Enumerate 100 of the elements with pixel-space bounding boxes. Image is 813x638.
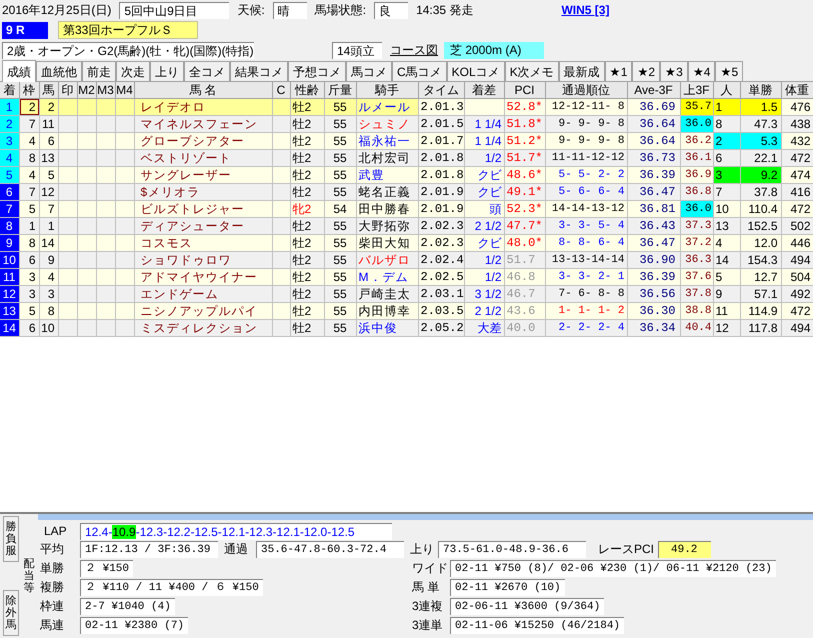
win5-link[interactable]: WIN5 [3]	[561, 1, 610, 19]
column-header: PCI	[513, 82, 536, 98]
column-header: M3	[96, 82, 114, 98]
table-cell-text: 55	[332, 286, 348, 302]
tab[interactable]: 血統他	[36, 61, 82, 81]
table-row[interactable]: 4 8 13 ベストリゾート 牡2 55 北村宏司 2.01.8 1/2 51.7* 11-11-12-12 36.73 36.1 6 22.1 472	[0, 150, 813, 166]
horse-name: ショワドゥロワ	[140, 252, 232, 268]
table-cell-text: 36.47	[638, 235, 676, 251]
tab[interactable]: KOLコメ	[446, 61, 505, 81]
table-row[interactable]: 10 6 9 ショワドゥロワ 牡2 55 バルザロ 2.02.4 1/2 51.7 13-13-14-14 36.90 36.3 14 154.3 494	[0, 252, 813, 268]
tab[interactable]: ★1	[604, 61, 632, 81]
horse-name: ビルズトレジャー	[140, 201, 246, 217]
table-cell-text: 5- 6- 6- 4	[557, 185, 626, 200]
table-cell-text: 6	[714, 150, 724, 166]
table-row[interactable]: 13 5 8 ニシノアップルパイ 牡2 55 内田博幸 2.03.5 2 1/2 43.6 1- 1- 1- 2 36.30 38.8 11 114.9 472	[0, 302, 813, 320]
table-cell-text: 446	[789, 235, 812, 251]
table-row[interactable]: 11 3 4 アドマイヤウイナー 牡2 55 M．デム 2.02.5 1/2 46.8 3- 3- 2- 1 36.39 37.6 5 12.7 504	[0, 268, 813, 286]
tab[interactable]: 全コメ	[184, 61, 230, 81]
table-cell-text: 36.2	[684, 134, 712, 149]
table-cell-text: 36.69	[638, 99, 676, 115]
table-cell-text: 14-14-13-12	[550, 202, 626, 217]
side-tab[interactable]: 除外馬	[3, 590, 19, 636]
table-cell-text: 37.6	[684, 270, 712, 285]
jockey-name: 柴田大知	[358, 235, 412, 251]
table-cell-text: 5	[28, 303, 36, 319]
horse-name: エンドゲーム	[140, 286, 220, 302]
lap-field: 12.4-10.9-12.3-12.2-12.5-12.1-12.3-12.1-12.0-12.5	[80, 522, 392, 540]
payout-field: ２ ¥110 / 11 ¥400 / ６ ¥150	[80, 579, 263, 596]
tab[interactable]: K次メモ	[504, 61, 559, 81]
table-row[interactable]: 12 3 3 エンドゲーム 牡2 55 戸崎圭太 2.03.1 3 1/2 46.7 7- 6- 8- 8 36.56 37.8 9 57.1 492	[0, 286, 813, 302]
column-header: 性齢	[294, 82, 320, 98]
table-row[interactable]: 7 5 7 ビルズトレジャー 牝2 54 田中勝春 2.01.9 頭 52.3* 14-14-13-12 36.81 36.0 10 110.4 472	[0, 200, 813, 218]
table-row[interactable]: 14 6 10 ミスディレクション 牡2 55 浜中俊 2.05.2 大差 40.0 2- 2- 2- 4 36.34 40.4 12 117.8 494	[0, 320, 813, 336]
table-row[interactable]: 3 4 6 グローブシアター 牡2 55 福永祐一 2.01.7 1 1/4 51.2* 9- 9- 9- 8 36.64 36.2 2 5.3 432	[0, 132, 813, 150]
table-cell-text: 2.01.7	[420, 133, 464, 149]
table-cell-text: 37.3	[684, 219, 712, 234]
tab[interactable]: 結果コメ	[230, 61, 288, 81]
rank-cell: 5	[0, 167, 18, 183]
table-cell: 2	[20, 99, 38, 115]
table-cell-text: 9	[714, 286, 724, 302]
table-row[interactable]: 9 8 14 コスモス 牡2 55 柴田大知 2.02.3 クビ 48.0* 8- 8- 6- 4 36.47 37.2 4 12.0 446	[0, 234, 813, 252]
tab[interactable]: C馬コメ	[392, 61, 447, 81]
tab[interactable]: ★4	[688, 61, 716, 81]
column-header: 体重	[784, 82, 810, 98]
rank-cell: 12	[0, 286, 18, 302]
table-cell-text: 114.9	[747, 303, 778, 319]
table-cell-text: 5- 5- 2- 2	[557, 168, 626, 183]
table-row[interactable]: 8 1 1 ディアシューター 牡2 55 大野拓弥 2.02.3 2 1/2 47.7* 3- 3- 5- 4 36.43 37.3 13 152.5 502	[0, 218, 813, 234]
table-cell-text: 4	[46, 269, 56, 285]
table-cell-text: 152.5	[746, 218, 778, 234]
table-cell-text: 7	[28, 116, 36, 132]
table-cell: 2	[714, 133, 740, 149]
table-cell-text: 38.8	[684, 304, 712, 319]
table-cell-text: 8	[714, 116, 724, 132]
horse-name: ニシノアップルパイ	[140, 303, 258, 319]
table-cell-text: 55	[332, 252, 348, 268]
tab[interactable]: ★5	[715, 61, 744, 81]
table-cell-text: 8	[46, 303, 56, 319]
table-cell-text: 6	[46, 133, 56, 149]
tab[interactable]: 次走	[116, 61, 150, 81]
tab[interactable]: 成績	[2, 60, 36, 82]
side-tab[interactable]: 勝負服	[3, 516, 19, 562]
table-cell-text: 47.3	[753, 116, 778, 132]
tab[interactable]: ★3	[660, 61, 688, 81]
table-cell-text: 502	[789, 218, 812, 234]
table-cell: 55	[324, 99, 356, 115]
table-cell: 36.0	[680, 116, 712, 132]
passing-label: 通過	[224, 541, 249, 558]
table-cell-text: 10	[714, 201, 730, 217]
table-cell-text: 37.8	[753, 184, 778, 200]
tab[interactable]: ★2	[632, 61, 660, 81]
tab[interactable]: 上り	[150, 61, 184, 81]
table-cell-text: 36.56	[638, 286, 676, 302]
table-row[interactable]: 2 7 11 マイネルスフェーン 牡2 55 シュミノ 2.01.5 1 1/4 51.8* 9- 9- 9- 8 36.64 36.0 8 47.3 438	[0, 116, 813, 132]
tab[interactable]: 最新成	[558, 61, 605, 81]
course-map-link[interactable]: コース図	[390, 41, 438, 59]
tab[interactable]: 馬コメ	[346, 61, 392, 81]
table-row[interactable]: 5 4 5 サングレーザー 牡2 55 武豊 2.01.8 クビ 48.6* 5- 5- 2- 2 36.39 36.9 3 9.2 474	[0, 166, 813, 184]
table-cell-text: 36.39	[638, 167, 676, 183]
tab[interactable]: 前走	[82, 61, 116, 81]
tab[interactable]: 予想コメ	[288, 61, 346, 81]
table-cell-text: 1 1/4	[474, 133, 502, 149]
payout-field: 02-11 ¥2670 (10)	[450, 579, 565, 596]
table-row[interactable]: 1 2 2 レイデオロ 牡2 55 ルメール 2.01.3 52.8* 12-12-11- 8 36.69 35.7 1 1.5 476	[0, 98, 813, 116]
table-cell-text: 22.1	[753, 150, 778, 166]
table-cell-text: 2 1/2	[474, 218, 502, 234]
jockey-name: 北村宏司	[358, 150, 412, 166]
column-header: 印	[60, 82, 74, 98]
table-row[interactable]: 6 7 12 $メリオラ 牡2 55 蛯名正義 2.01.9 クビ 49.1* 5- 6- 6- 4 36.47 36.8 7 37.8 416	[0, 184, 813, 200]
table-cell-text: 472	[789, 303, 812, 319]
horse-name: マイネルスフェーン	[140, 116, 258, 132]
table-cell-text: 438	[789, 116, 812, 132]
table-cell-text: クビ	[476, 184, 502, 200]
table-cell-text: 7	[714, 184, 724, 200]
table-cell-text: 3- 3- 2- 1	[557, 270, 626, 285]
table-cell-text: 1	[46, 218, 56, 234]
side-tab[interactable]: 配当等	[22, 558, 36, 594]
table-cell-text: 14	[40, 235, 56, 251]
closing-field: 73.5-61.0-48.9-36.6	[438, 541, 586, 558]
table-cell-text: 49.1*	[506, 184, 544, 200]
